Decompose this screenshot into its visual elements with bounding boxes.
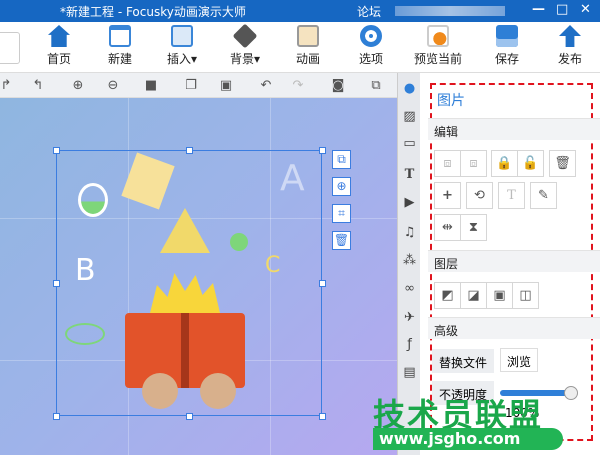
- undo-icon[interactable]: ↶: [258, 78, 274, 94]
- new-icon: [109, 25, 131, 47]
- brush-icon[interactable]: ✎: [530, 182, 557, 209]
- flip-vertical-icon[interactable]: ⧗: [460, 214, 487, 241]
- zoom-out-icon[interactable]: ⊖: [105, 78, 121, 94]
- window-icon[interactable]: ▭: [402, 136, 417, 151]
- rotate-reset-icon[interactable]: ⟲: [466, 182, 493, 209]
- resize-handle[interactable]: [186, 413, 193, 420]
- lock-button-icon[interactable]: 🔒: [491, 150, 518, 177]
- animation-button[interactable]: 动画: [283, 25, 333, 67]
- window-title: *新建工程 - Focusky动画演示大师: [60, 5, 246, 19]
- browse-button[interactable]: 浏览: [500, 348, 539, 372]
- send-backward-icon[interactable]: ◫: [512, 282, 539, 309]
- home-button[interactable]: 首页: [34, 25, 84, 67]
- edit-toolbar: ↱ ↰ ⊕ ⊖ ■ ❐ ▣ ↶ ↷ ◙ ⧉: [0, 73, 397, 98]
- text-button-icon[interactable]: T: [498, 182, 525, 209]
- preview-current-button[interactable]: 预览当前: [408, 25, 468, 67]
- resize-handle[interactable]: [53, 413, 60, 420]
- options-gear-icon: [360, 25, 382, 47]
- preview-icon: [427, 25, 449, 47]
- flip-horizontal-icon[interactable]: ⇹: [434, 214, 461, 241]
- new-button[interactable]: 新建: [95, 25, 145, 67]
- maximize-button[interactable]: □: [556, 2, 568, 17]
- layout-icon[interactable]: ▤: [402, 365, 417, 380]
- panel-title: 图片: [437, 93, 465, 109]
- text-icon[interactable]: T: [402, 167, 417, 182]
- shape-icon[interactable]: ●: [402, 81, 417, 96]
- insert-button[interactable]: 插入▾: [157, 25, 207, 67]
- fit-size-icon[interactable]: ⧉: [332, 150, 351, 169]
- add-button-icon[interactable]: +: [434, 182, 461, 209]
- animation-icon: [297, 25, 319, 47]
- close-button[interactable]: ✕: [580, 2, 591, 17]
- redo-step-icon[interactable]: ↱: [0, 78, 14, 94]
- crop-icon[interactable]: ⌗: [332, 204, 351, 223]
- publish-icon: [559, 25, 581, 47]
- publish-button[interactable]: 发布: [545, 25, 595, 67]
- resize-handle[interactable]: [186, 147, 193, 154]
- undo-step-icon[interactable]: ↰: [30, 78, 46, 94]
- window-icon[interactable]: ⧉: [368, 78, 384, 94]
- fit-height-icon[interactable]: ⧈: [460, 150, 487, 177]
- people-icon[interactable]: ⁂: [402, 253, 417, 268]
- resize-handle[interactable]: [319, 280, 326, 287]
- video-icon[interactable]: ▶: [402, 195, 417, 210]
- delete-button-icon[interactable]: 🗑: [549, 150, 576, 177]
- paste-icon[interactable]: ▣: [218, 78, 234, 94]
- background-icon: [232, 23, 258, 49]
- lock-icon[interactable]: ■: [143, 78, 159, 94]
- layer-section-header: 图层: [428, 250, 600, 272]
- selection-box[interactable]: [53, 147, 326, 420]
- plane-icon[interactable]: ✈: [402, 310, 417, 325]
- watermark-url: www.jsgho.com: [373, 428, 563, 450]
- replace-file-button[interactable]: 替换文件: [432, 349, 495, 373]
- editing-canvas[interactable]: A B C ⧉ ⊕ ⌗ 🗑: [0, 98, 397, 455]
- title-bar: *新建工程 - Focusky动画演示大师 论坛 — □ ✕: [0, 0, 600, 22]
- resize-handle[interactable]: [53, 147, 60, 154]
- main-toolbar: 首页 新建 插入▾ 背景▾ 动画 选项 预览当前 保存 发布: [0, 22, 600, 73]
- forum-link[interactable]: 论坛: [357, 3, 381, 20]
- save-button[interactable]: 保存: [482, 25, 532, 67]
- trash-icon[interactable]: 🗑: [332, 231, 351, 250]
- save-icon: [496, 25, 518, 47]
- user-name-blurred: [395, 6, 505, 16]
- music-icon[interactable]: ♫: [402, 225, 417, 240]
- copy-icon[interactable]: ❐: [183, 78, 199, 94]
- bring-to-front-icon[interactable]: ◩: [434, 282, 461, 309]
- watermark-logo: 技术员联盟 www.jsgho.com: [373, 390, 600, 455]
- background-button[interactable]: 背景▾: [220, 23, 270, 67]
- advanced-section-header: 高级: [428, 317, 600, 339]
- resize-handle[interactable]: [53, 280, 60, 287]
- bring-forward-icon[interactable]: ▣: [486, 282, 513, 309]
- insert-icon: [171, 25, 193, 47]
- unlock-button-icon[interactable]: 🔓: [517, 150, 544, 177]
- redo-icon[interactable]: ↷: [290, 78, 306, 94]
- flash-icon[interactable]: ƒ: [402, 337, 417, 352]
- zoom-in-icon[interactable]: ⊕: [70, 78, 86, 94]
- fit-width-icon[interactable]: ⧈: [434, 150, 461, 177]
- link-icon[interactable]: ∞: [402, 281, 417, 296]
- edit-section-header: 编辑: [428, 118, 600, 140]
- send-to-back-icon[interactable]: ◪: [460, 282, 487, 309]
- add-icon[interactable]: ⊕: [332, 177, 351, 196]
- camera-icon[interactable]: ◙: [330, 78, 346, 94]
- options-button[interactable]: 选项: [346, 25, 396, 67]
- image-icon[interactable]: ▨: [402, 109, 417, 124]
- thumbnail-box[interactable]: [0, 32, 20, 64]
- home-icon: [48, 25, 70, 47]
- resize-handle[interactable]: [319, 413, 326, 420]
- minimize-button[interactable]: —: [532, 2, 545, 17]
- resize-handle[interactable]: [319, 147, 326, 154]
